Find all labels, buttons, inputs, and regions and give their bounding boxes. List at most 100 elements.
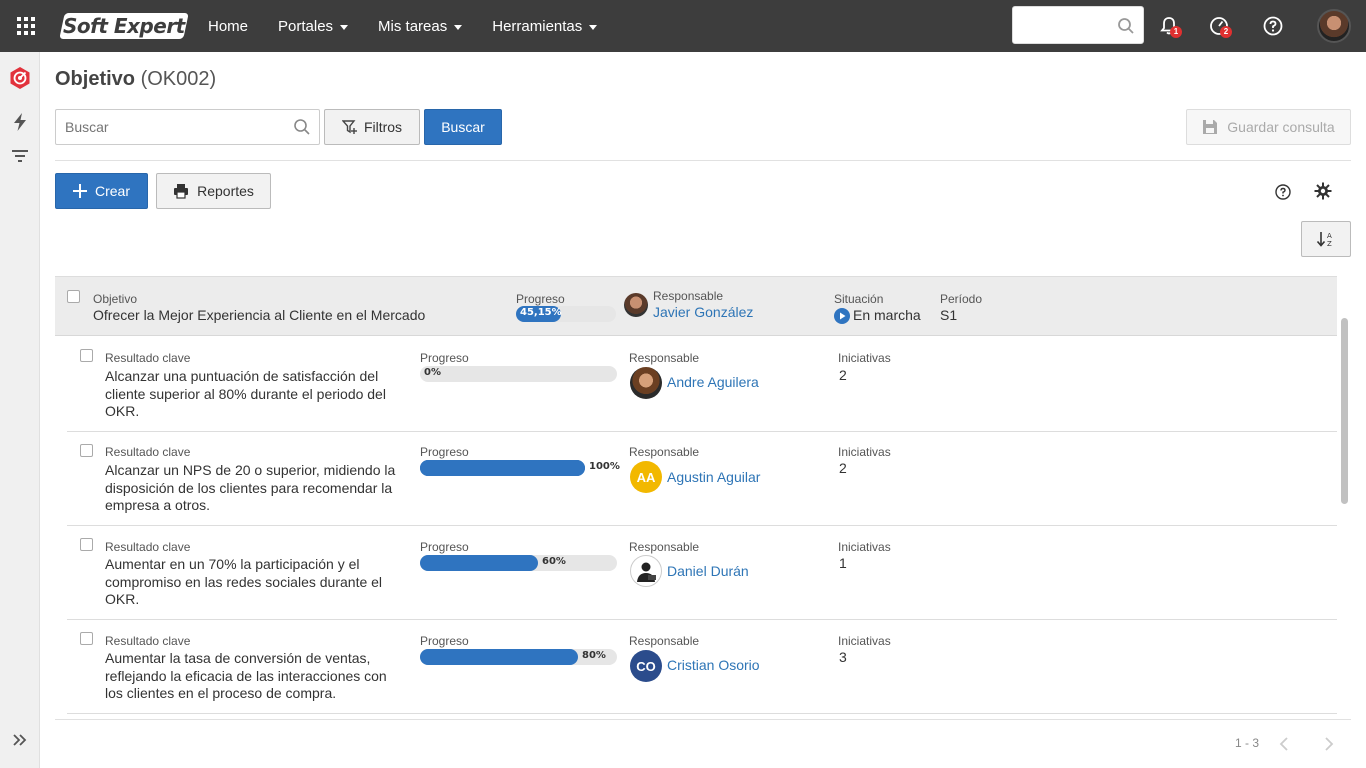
key-result-progress-text: 0% [424,367,441,378]
key-result-owner-link[interactable]: Cristian Osorio [667,657,760,673]
key-result-checkbox[interactable] [80,632,93,645]
objective-status-label: Situación [834,292,884,306]
key-result-progress-bar: 100% [420,460,620,476]
user-avatar[interactable] [1317,9,1351,43]
key-result-initiatives-label: Iniciativas [838,351,891,365]
reports-button[interactable]: Reportes [156,173,271,209]
help-icon [1275,184,1291,200]
key-result-checkbox[interactable] [80,444,93,457]
save-icon [1203,120,1218,134]
objective-row[interactable]: Objetivo Ofrecer la Mejor Experiencia al… [55,276,1337,336]
search-input[interactable] [55,109,320,145]
lightning-icon[interactable] [8,110,32,134]
previous-page-button[interactable] [1272,732,1296,756]
list-scrollbar[interactable] [1341,318,1348,504]
key-result-row[interactable]: Resultado clave Alcanzar un NPS de 20 o … [67,432,1337,526]
caret-down-icon [589,24,598,30]
key-result-progress-label: Progreso [420,634,469,648]
key-result-progress-label: Progreso [420,445,469,459]
key-result-initiatives-label: Iniciativas [838,540,891,554]
key-result-owner-link[interactable]: Andre Aguilera [667,374,759,390]
nav-portales[interactable]: Portales [278,18,349,35]
create-button[interactable]: Crear [55,173,148,209]
help-button[interactable] [1259,12,1287,40]
key-result-initiatives-count: 3 [839,649,847,665]
gear-icon [1314,182,1332,200]
expand-rail-icon[interactable] [8,728,32,752]
key-result-type: Resultado clave [105,445,191,459]
chevron-left-icon [1279,737,1288,751]
key-result-row[interactable]: Resultado clave Aumentar la tasa de conv… [67,620,1337,714]
toolbar-divider [55,160,1351,161]
filters-button[interactable]: Filtros [324,109,420,145]
search-button-label: Buscar [441,119,485,135]
key-result-type: Resultado clave [105,634,191,648]
objective-status: En marcha [853,307,921,323]
help-button[interactable] [1271,180,1295,204]
filter-add-icon [341,120,357,134]
page-title-text: Objetivo [55,68,136,90]
svg-text:A: A [1327,232,1332,240]
owner-avatar-silhouette [630,555,662,587]
key-result-text: Alcanzar un NPS de 20 o superior, midien… [105,462,396,513]
key-result-checkbox[interactable] [80,349,93,362]
softexpert-logo[interactable]: Soft Expert [59,13,189,39]
key-result-initiatives-count: 2 [839,367,847,383]
settings-button[interactable] [1311,179,1335,203]
key-result-initiatives-label: Iniciativas [838,634,891,648]
create-label: Crear [94,183,130,199]
key-result-row[interactable]: Resultado clave Aumentar en un 70% la pa… [67,526,1337,620]
tasks-badge: 2 [1220,26,1232,38]
left-rail [0,52,40,768]
main-nav: Home Portales Mis tareas Herramientas [208,0,627,52]
key-result-checkbox[interactable] [80,538,93,551]
key-result-progress-text: 60% [542,556,566,567]
apps-grid-icon[interactable] [0,0,52,52]
nav-mis-tareas[interactable]: Mis tareas [378,18,463,35]
objective-owner-link[interactable]: Javier González [653,304,753,320]
key-result-progress-bar: 60% [420,555,617,571]
svg-text:Z: Z [1327,240,1332,248]
reports-label: Reportes [197,183,254,199]
objective-period: S1 [940,307,958,323]
key-result-progress-bar: 80% [420,649,617,665]
save-query-button[interactable]: Guardar consulta [1186,109,1351,145]
filter-list-icon[interactable] [8,144,32,168]
pager-range: 1 - 3 [1235,736,1260,750]
key-result-initiatives-label: Iniciativas [838,445,891,459]
global-search-input[interactable] [1012,6,1144,44]
okr-target-icon[interactable] [8,66,32,90]
plus-icon [72,184,87,198]
page-title: Objetivo (OK002) [55,68,216,91]
nav-home[interactable]: Home [208,18,248,35]
next-page-button[interactable] [1317,732,1341,756]
tasks-button[interactable]: 2 [1205,12,1233,40]
key-result-owner-link[interactable]: Daniel Durán [667,563,749,579]
owner-avatar-initials: CO [630,650,662,682]
search-icon [1118,18,1134,34]
objective-progress-bar: 45,15% [516,306,616,322]
list-bottom-divider [55,719,1351,720]
key-result-progress-label: Progreso [420,351,469,365]
key-result-owner-label: Responsable [629,351,700,365]
key-result-progress-text: 100% [589,461,620,472]
key-result-progress-fill [420,649,578,665]
notifications-button[interactable]: 1 [1155,12,1183,40]
key-result-text: Aumentar la tasa de conversión de ventas… [105,650,387,701]
notifications-badge: 1 [1170,26,1182,38]
search-button[interactable]: Buscar [424,109,502,145]
key-result-owner-label: Responsable [629,634,700,648]
objective-owner-label: Responsable [653,289,724,303]
key-result-type: Resultado clave [105,351,191,365]
sort-button[interactable]: AZ [1301,221,1351,257]
key-result-row[interactable]: Resultado clave Alcanzar una puntuación … [67,338,1337,432]
nav-herramientas[interactable]: Herramientas [492,18,598,35]
key-result-progress-text: 80% [582,650,606,661]
key-result-progress-fill [420,460,585,476]
chevron-right-icon [1325,737,1334,751]
key-result-progress-label: Progreso [420,540,469,554]
objective-progress-label: Progreso [516,292,565,306]
filters-label: Filtros [363,119,403,135]
objective-checkbox[interactable] [67,290,80,303]
key-result-owner-link[interactable]: Agustin Aguilar [667,469,760,485]
